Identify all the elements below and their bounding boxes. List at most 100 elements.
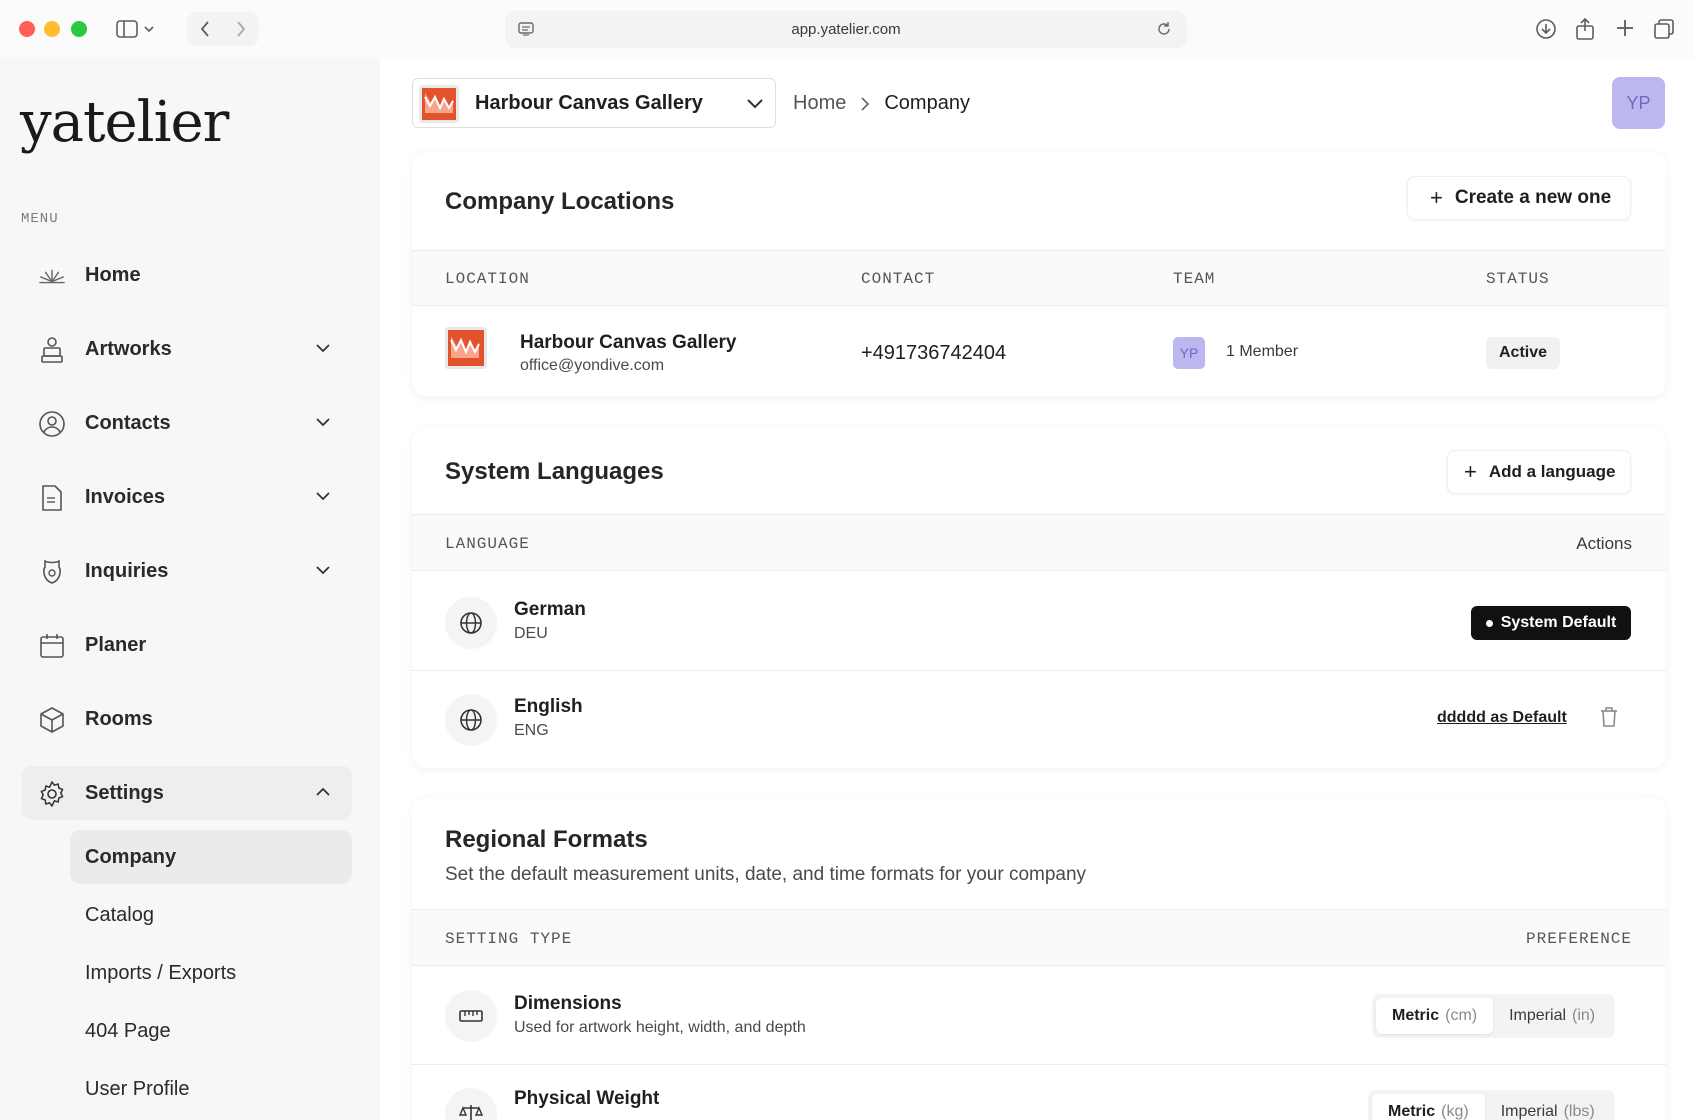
globe-icon xyxy=(445,597,497,649)
share-button[interactable] xyxy=(1574,17,1596,41)
chevron-down-icon xyxy=(316,418,330,427)
user-circle-icon xyxy=(38,410,66,438)
trash-icon[interactable] xyxy=(1599,706,1619,733)
breadcrumb: Home Company xyxy=(793,92,970,115)
add-language-button[interactable]: + Add a language xyxy=(1447,450,1631,494)
set-default-link[interactable]: ddddd as Default xyxy=(1437,709,1567,727)
sidebar-item-contacts[interactable]: Contacts xyxy=(22,396,352,450)
page-settings-icon[interactable] xyxy=(518,21,534,37)
company-locations-card: Company Locations + Create a new one LOC… xyxy=(412,152,1666,396)
button-label: Add a language xyxy=(1488,462,1616,481)
sidebar-item-label: Planer xyxy=(85,633,147,656)
reload-icon[interactable] xyxy=(1155,20,1173,38)
chevron-down-icon xyxy=(747,99,763,109)
url-text: app.yatelier.com xyxy=(791,21,901,38)
column-header: LANGUAGE xyxy=(445,535,530,553)
team-count: 1 Member xyxy=(1226,343,1299,360)
app-logo[interactable]: yatelier xyxy=(20,90,229,155)
metric-option[interactable]: Metric (kg) xyxy=(1372,1094,1485,1120)
sidebar-item-settings[interactable]: Settings xyxy=(22,766,352,820)
calendar-icon xyxy=(38,632,66,660)
setting-name: Dimensions xyxy=(514,993,622,1014)
sidebar-subitem-user-profile[interactable]: User Profile xyxy=(70,1062,352,1116)
browser-sidebar-toggle[interactable] xyxy=(111,12,165,46)
card-subtitle: Set the default measurement units, date,… xyxy=(445,864,1087,885)
metric-option[interactable]: Metric (cm) xyxy=(1376,998,1494,1034)
card-title: System Languages xyxy=(445,458,664,485)
sidebar-subitem-company[interactable]: Company xyxy=(70,830,352,884)
sidebar-subitem-404-page[interactable]: 404 Page xyxy=(70,1004,352,1058)
sidebar-item-rooms[interactable]: Rooms xyxy=(22,692,352,746)
gear-icon xyxy=(38,780,66,808)
location-contact: +491736742404 xyxy=(861,342,1007,364)
chevron-left-icon xyxy=(200,21,209,37)
row-divider xyxy=(412,670,1666,671)
browser-titlebar: app.yatelier.com xyxy=(0,0,1693,58)
badge-label: System Default xyxy=(1500,614,1617,631)
back-button[interactable] xyxy=(187,20,223,38)
sidebar-item-label: Artworks xyxy=(85,337,172,360)
sidebar-subitem-label: Imports / Exports xyxy=(85,961,237,984)
language-code: ENG xyxy=(514,722,549,739)
new-tab-button[interactable] xyxy=(1614,17,1636,39)
sidebar-item-home[interactable]: Home xyxy=(22,248,352,302)
document-icon xyxy=(38,484,66,512)
sidebar-item-label: Home xyxy=(85,263,141,286)
window-minimize-button[interactable] xyxy=(44,21,60,37)
window-zoom-button[interactable] xyxy=(71,21,87,37)
chevron-down-icon xyxy=(316,492,330,501)
imperial-option[interactable]: Imperial (lbs) xyxy=(1485,1094,1611,1120)
plus-icon xyxy=(1617,20,1633,36)
plus-icon: + xyxy=(1464,459,1477,484)
user-avatar[interactable]: YP xyxy=(1612,77,1665,129)
create-location-button[interactable]: + Create a new one xyxy=(1407,176,1631,220)
window-close-button[interactable] xyxy=(19,21,35,37)
plus-icon: + xyxy=(1430,185,1443,210)
forward-button[interactable] xyxy=(223,20,259,38)
weight-unit-toggle: Metric (kg) Imperial (lbs) xyxy=(1368,1090,1615,1120)
setting-description: Used for artwork height, width, and dept… xyxy=(514,1019,806,1036)
button-label: Create a new one xyxy=(1454,187,1612,208)
system-languages-card: System Languages + Add a language LANGUA… xyxy=(412,428,1666,768)
column-header: CONTACT xyxy=(861,270,936,288)
home-burst-icon xyxy=(38,262,66,290)
globe-icon xyxy=(445,694,497,746)
dimensions-unit-toggle: Metric (cm) Imperial (in) xyxy=(1372,994,1616,1038)
breadcrumb-home-link[interactable]: Home xyxy=(793,92,846,115)
language-name: English xyxy=(514,696,583,717)
chevron-up-icon xyxy=(316,787,330,796)
sidebar-item-label: Inquiries xyxy=(85,559,169,582)
sidebar-item-label: Invoices xyxy=(85,485,166,508)
company-switcher[interactable]: Harbour Canvas Gallery xyxy=(412,78,776,128)
sidebar-subitem-label: User Profile xyxy=(85,1077,190,1100)
chevron-down-icon xyxy=(316,344,330,353)
sidebar-item-label: Settings xyxy=(85,781,164,804)
regional-formats-card: Regional Formats Set the default measure… xyxy=(412,798,1666,1120)
downloads-button[interactable] xyxy=(1534,17,1558,41)
sidebar-item-label: Contacts xyxy=(85,411,171,434)
address-bar[interactable]: app.yatelier.com xyxy=(505,11,1187,48)
language-code: DEU xyxy=(514,625,548,642)
sidebar-item-invoices[interactable]: Invoices xyxy=(22,470,352,524)
imperial-option[interactable]: Imperial (in) xyxy=(1493,998,1611,1034)
column-header: Actions xyxy=(1576,534,1632,553)
download-icon xyxy=(1536,19,1556,39)
ruler-icon xyxy=(445,990,497,1042)
sidebar-item-planer[interactable]: Planer xyxy=(22,618,352,672)
setting-name: Physical Weight xyxy=(514,1088,660,1109)
easel-icon xyxy=(38,336,66,364)
sidebar-icon xyxy=(116,20,154,38)
sidebar-item-artworks[interactable]: Artworks xyxy=(22,322,352,376)
tabs-icon xyxy=(1654,19,1674,39)
scale-icon xyxy=(445,1088,497,1120)
location-name: Harbour Canvas Gallery xyxy=(520,332,737,353)
sidebar-subitem-imports-exports[interactable]: Imports / Exports xyxy=(70,946,352,1000)
cube-icon xyxy=(38,706,66,734)
sidebar-item-inquiries[interactable]: Inquiries xyxy=(22,544,352,598)
sidebar-subitem-catalog[interactable]: Catalog xyxy=(70,888,352,942)
row-divider xyxy=(412,1064,1666,1065)
card-title: Company Locations xyxy=(445,188,675,215)
tab-overview-button[interactable] xyxy=(1652,17,1676,41)
column-header: TEAM xyxy=(1173,270,1216,288)
column-header: STATUS xyxy=(1486,270,1550,288)
